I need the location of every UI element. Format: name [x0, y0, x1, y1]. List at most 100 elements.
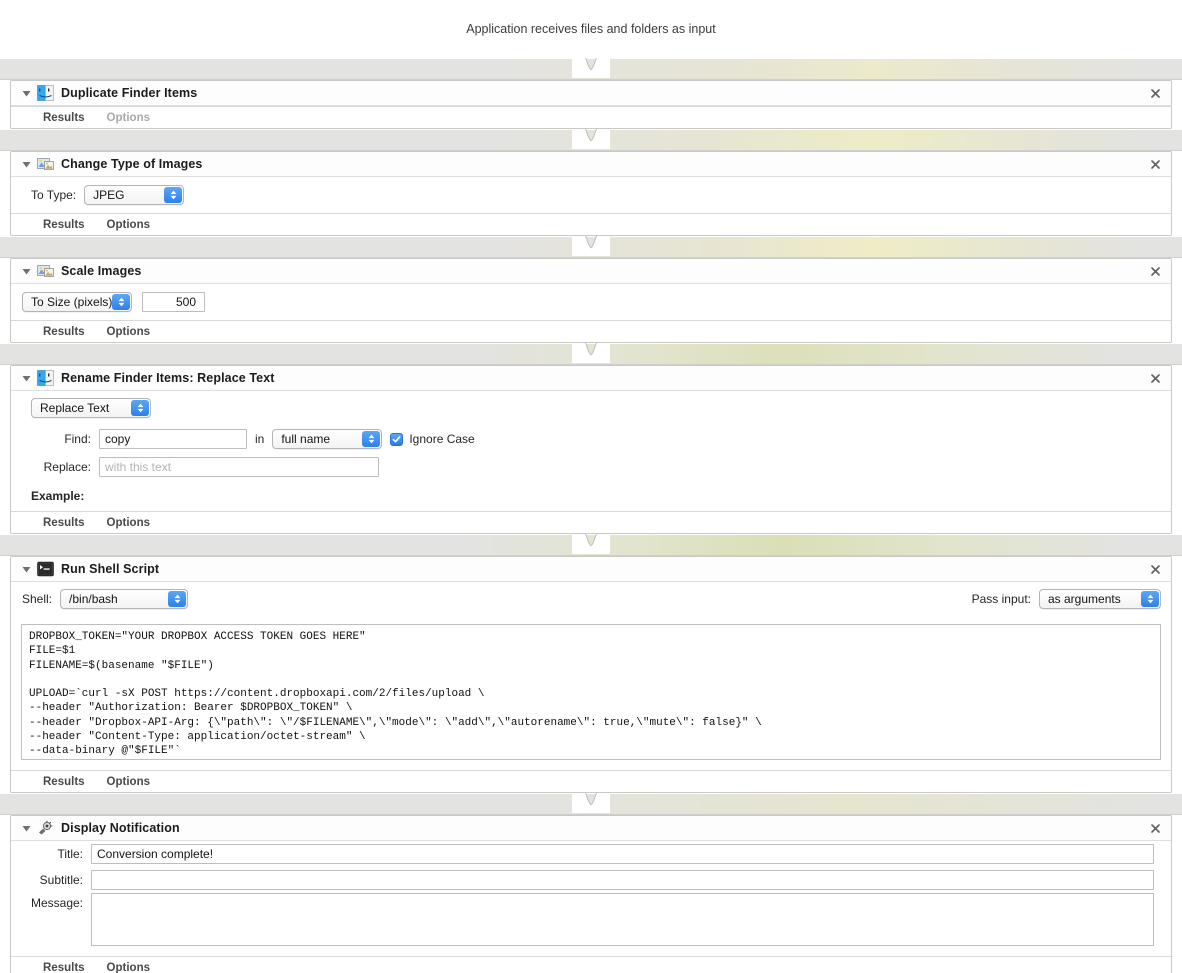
action-run-shell-script[interactable]: Run Shell Script Shell: /bin/bash Pass i… — [10, 556, 1172, 793]
results-tab[interactable]: Results — [43, 112, 85, 124]
to-type-select[interactable]: JPEG — [84, 185, 185, 205]
action-title: Rename Finder Items: Replace Text — [61, 371, 275, 385]
find-scope-select[interactable]: full name — [272, 429, 383, 449]
options-tab[interactable]: Options — [107, 112, 150, 124]
script-text[interactable]: DROPBOX_TOKEN="YOUR DROPBOX ACCESS TOKEN… — [22, 625, 1160, 759]
pass-input-value: as arguments — [1048, 592, 1121, 606]
replace-label: Replace: — [43, 460, 91, 474]
options-tab[interactable]: Options — [107, 517, 150, 529]
action-title: Display Notification — [61, 821, 180, 835]
close-icon[interactable] — [1149, 822, 1161, 834]
action-footer: Results Options — [11, 956, 1171, 973]
close-icon[interactable] — [1149, 563, 1161, 575]
image-icon — [37, 263, 54, 279]
notification-icon — [37, 820, 54, 836]
action-duplicate-finder-items[interactable]: Duplicate Finder Items Results Options — [10, 80, 1172, 129]
connector-strip-5 — [0, 534, 1182, 556]
close-icon[interactable] — [1149, 158, 1161, 170]
connector-strip-2 — [0, 129, 1182, 151]
example-row: Example: — [11, 481, 1171, 511]
workflow-input-banner: Application receives files and folders a… — [0, 0, 1182, 58]
options-tab[interactable]: Options — [107, 326, 150, 338]
action-body: To Type: JPEG — [11, 177, 1171, 213]
to-type-row: To Type: JPEG — [11, 177, 1171, 213]
options-tab[interactable]: Options — [107, 962, 150, 973]
script-editor[interactable]: DROPBOX_TOKEN="YOUR DROPBOX ACCESS TOKEN… — [21, 624, 1161, 760]
action-display-notification[interactable]: Display Notification Title: Conversion c… — [10, 815, 1172, 973]
action-change-type-of-images[interactable]: Change Type of Images To Type: JPEG Resu… — [10, 151, 1172, 236]
action-footer: Results Options — [11, 320, 1171, 342]
chevron-updown-icon — [168, 591, 187, 607]
results-tab[interactable]: Results — [43, 517, 85, 529]
disclosure-triangle-icon[interactable] — [19, 264, 33, 278]
action-header[interactable]: Display Notification — [11, 816, 1171, 841]
action-rename-finder-items[interactable]: Rename Finder Items: Replace Text Replac… — [10, 365, 1172, 534]
in-label: in — [255, 432, 265, 446]
workflow-input-banner-text: Application receives files and folders a… — [466, 22, 716, 36]
rename-mode-select[interactable]: Replace Text — [31, 398, 151, 418]
disclosure-triangle-icon[interactable] — [19, 562, 33, 576]
image-icon — [37, 156, 54, 172]
finder-icon — [37, 85, 54, 101]
chevron-updown-icon — [362, 431, 381, 447]
results-tab[interactable]: Results — [43, 962, 85, 973]
shell-select[interactable]: /bin/bash — [60, 589, 189, 609]
notification-title-label: Title: — [57, 847, 83, 861]
options-tab[interactable]: Options — [107, 776, 150, 788]
rename-mode-value: Replace Text — [40, 401, 110, 415]
action-title: Duplicate Finder Items — [61, 86, 198, 100]
action-header[interactable]: Run Shell Script — [11, 557, 1171, 582]
disclosure-triangle-icon[interactable] — [19, 371, 33, 385]
scale-row: To Size (pixels) 500 — [11, 284, 1171, 320]
action-body: Shell: /bin/bash Pass input: as argument… — [11, 582, 1171, 760]
connector-notch-4 — [572, 343, 610, 363]
ignore-case-checkbox[interactable] — [390, 432, 404, 446]
action-header[interactable]: Scale Images — [11, 259, 1171, 284]
action-footer: Results Options — [11, 213, 1171, 235]
disclosure-triangle-icon[interactable] — [19, 157, 33, 171]
find-scope-value: full name — [281, 432, 331, 446]
action-body: Title: Conversion complete! Subtitle: Me… — [11, 841, 1171, 956]
close-icon[interactable] — [1149, 87, 1161, 99]
connector-strip-4 — [0, 343, 1182, 365]
to-type-value: JPEG — [93, 188, 125, 202]
find-label: Find: — [64, 432, 91, 446]
connector-notch-6 — [572, 793, 610, 813]
action-body: To Size (pixels) 500 — [11, 284, 1171, 320]
close-icon[interactable] — [1149, 265, 1161, 277]
action-title: Scale Images — [61, 264, 142, 278]
example-label: Example: — [31, 489, 85, 503]
disclosure-triangle-icon[interactable] — [19, 821, 33, 835]
disclosure-triangle-icon[interactable] — [19, 86, 33, 100]
notif-subtitle-row: Subtitle: — [11, 867, 1171, 893]
results-tab[interactable]: Results — [43, 219, 85, 231]
notif-message-row: Message: — [11, 893, 1171, 956]
action-scale-images[interactable]: Scale Images To Size (pixels) 500 Result… — [10, 258, 1172, 343]
notification-message-label: Message: — [30, 896, 83, 910]
find-input[interactable]: copy — [99, 429, 247, 449]
results-tab[interactable]: Results — [43, 776, 85, 788]
action-header[interactable]: Duplicate Finder Items — [11, 81, 1171, 106]
scale-mode-select[interactable]: To Size (pixels) — [22, 292, 132, 312]
connector-notch-3 — [572, 236, 610, 256]
terminal-icon — [37, 561, 54, 577]
action-footer: Results Options — [11, 106, 1171, 128]
replace-input[interactable]: with this text — [99, 457, 379, 477]
pass-input-label: Pass input: — [971, 592, 1031, 606]
scale-value-input[interactable]: 500 — [142, 292, 205, 312]
notification-subtitle-input[interactable] — [91, 870, 1154, 890]
connector-notch-2 — [572, 129, 610, 149]
close-icon[interactable] — [1149, 372, 1161, 384]
shell-value: /bin/bash — [69, 592, 118, 606]
results-tab[interactable]: Results — [43, 326, 85, 338]
notification-title-input[interactable]: Conversion complete! — [91, 844, 1154, 864]
action-header[interactable]: Rename Finder Items: Replace Text — [11, 366, 1171, 391]
action-header[interactable]: Change Type of Images — [11, 152, 1171, 177]
pass-input-select[interactable]: as arguments — [1039, 589, 1161, 609]
action-title: Change Type of Images — [61, 157, 203, 171]
connector-strip-6 — [0, 793, 1182, 815]
notification-message-input[interactable] — [91, 893, 1154, 946]
chevron-updown-icon — [112, 294, 130, 310]
replace-row: Replace: with this text — [11, 453, 1171, 481]
options-tab[interactable]: Options — [107, 219, 150, 231]
